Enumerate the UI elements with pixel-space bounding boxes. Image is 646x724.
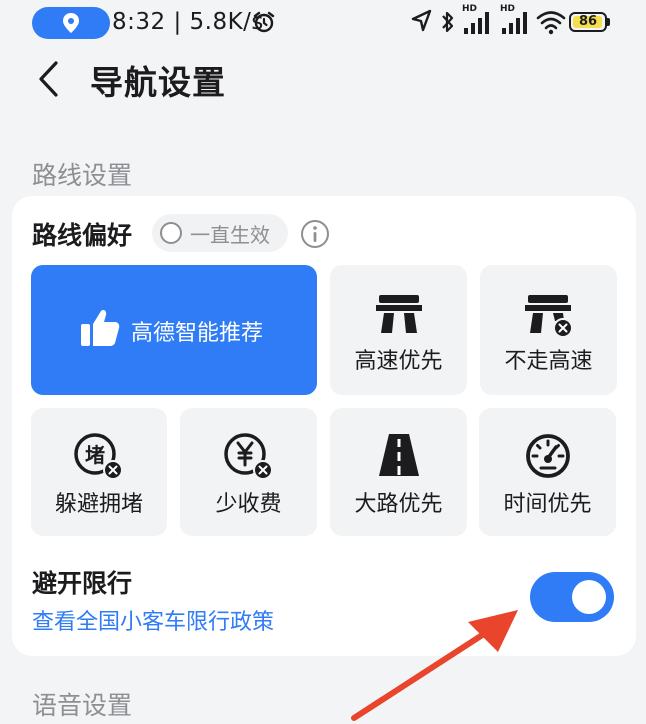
signal-icon-2 <box>502 12 527 34</box>
thumbs-up-icon <box>81 310 120 346</box>
main-road-icon <box>378 434 419 476</box>
alarm-icon <box>253 11 275 33</box>
battery-level: 86 <box>578 14 598 29</box>
page-title: 导航设置 <box>90 63 226 102</box>
annotation-arrow <box>351 610 518 721</box>
option-label: 躲避拥堵 <box>54 492 143 517</box>
avoid-restriction-title: 避开限行 <box>32 569 133 598</box>
option-smart-recommend[interactable]: 高德智能推荐 <box>31 265 317 395</box>
option-label: 时间优先 <box>503 492 592 517</box>
route-section-title: 路线设置 <box>32 161 133 190</box>
always-effective-toggle[interactable]: 一直生效 <box>152 214 288 252</box>
option-label: 少收费 <box>215 492 282 517</box>
time-speed: 8:32 | 5.8K/s <box>112 9 264 35</box>
avoid-restriction-toggle[interactable] <box>530 572 614 622</box>
always-effective-label: 一直生效 <box>190 223 270 247</box>
back-arrow-icon[interactable] <box>36 60 62 98</box>
location-pin-icon <box>63 13 79 33</box>
navigation-arrow-icon <box>411 9 432 32</box>
battery-indicator: 86 <box>569 12 607 32</box>
restriction-policy-link[interactable]: 查看全国小客车限行政策 <box>32 604 274 636</box>
radio-circle <box>160 222 182 244</box>
toggle-knob <box>572 580 606 614</box>
route-preference-title: 路线偏好 <box>32 221 133 250</box>
location-pill[interactable] <box>32 7 110 39</box>
signal-icon-1 <box>464 12 489 34</box>
option-label: 高德智能推荐 <box>131 321 264 346</box>
option-label: 不走高速 <box>504 349 593 374</box>
option-label: 大路优先 <box>354 492 443 517</box>
route-settings-card: 路线偏好 一直生效 高德智能推荐 高速优先 不走高速 堵 躲避拥堵 少收费 大路… <box>12 196 636 656</box>
avoid-congestion-icon: 堵 <box>74 433 123 480</box>
option-label: 高速优先 <box>354 349 443 374</box>
speedometer-icon <box>525 434 570 478</box>
option-avoid-congestion[interactable]: 堵 躲避拥堵 <box>31 408 167 536</box>
less-toll-icon <box>223 433 273 480</box>
wifi-icon <box>536 11 566 35</box>
bluetooth-icon <box>442 11 454 33</box>
info-icon[interactable] <box>299 218 331 250</box>
no-highway-icon <box>524 295 573 338</box>
option-time-first[interactable]: 时间优先 <box>479 408 616 536</box>
voice-section-title: 语音设置 <box>32 691 133 720</box>
option-avoid-highway[interactable]: 不走高速 <box>480 265 617 395</box>
battery-tip <box>607 18 610 26</box>
option-highway-first[interactable]: 高速优先 <box>330 265 467 395</box>
option-main-road[interactable]: 大路优先 <box>330 408 467 536</box>
option-less-toll[interactable]: 少收费 <box>180 408 317 536</box>
status-bar: 8:32 | 5.8K/s HD HD 86 <box>0 0 646 46</box>
highway-icon <box>375 295 422 333</box>
svg-text:堵: 堵 <box>85 443 105 467</box>
